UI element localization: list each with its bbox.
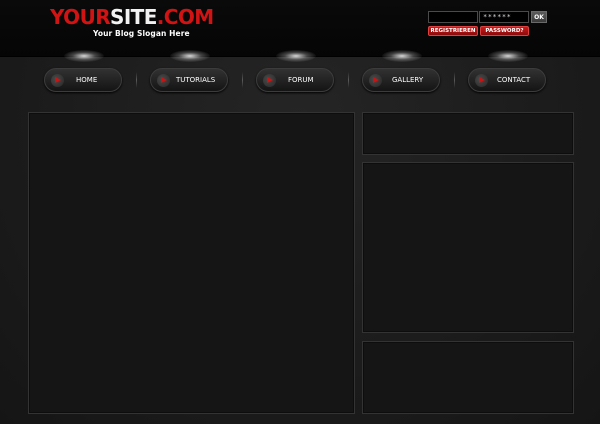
username-input[interactable] [428, 11, 478, 23]
nav-item-tutorials[interactable]: TUTORIALS [150, 68, 228, 92]
site-slogan: Your Blog Slogan Here [93, 29, 190, 38]
page: YOURSITE.COM Your Blog Slogan Here OK RE… [0, 0, 600, 424]
site-logo[interactable]: YOURSITE.COM [50, 6, 214, 28]
sidebar-panel-bottom [362, 341, 574, 414]
logo-text-site: SITE [110, 5, 157, 29]
nav-item-label: HOME [76, 76, 98, 84]
nav-item-label: GALLERY [392, 76, 424, 84]
play-arrow-icon [51, 74, 64, 87]
nav-item-home[interactable]: HOME [44, 68, 122, 92]
nav-item-label: CONTACT [497, 76, 531, 84]
play-arrow-icon [263, 74, 276, 87]
play-arrow-icon [157, 74, 170, 87]
logo-text-com: .COM [156, 5, 214, 29]
nav-separator [136, 72, 137, 88]
nav-item-forum[interactable]: FORUM [256, 68, 334, 92]
nav-light-glow [64, 50, 104, 62]
nav-separator [348, 72, 349, 88]
register-button[interactable]: REGISTRIEREN [428, 26, 478, 36]
nav-light-glow [276, 50, 316, 62]
nav-light-glow [488, 50, 528, 62]
forgot-password-button[interactable]: PASSWORD? [480, 26, 529, 36]
nav-light-glow [382, 50, 422, 62]
nav-separator [242, 72, 243, 88]
nav-separator [454, 72, 455, 88]
nav-item-label: TUTORIALS [176, 76, 216, 84]
nav-light-glow [170, 50, 210, 62]
sidebar-panel-middle [362, 162, 574, 333]
nav-item-label: FORUM [288, 76, 314, 84]
sidebar-panel-top [362, 112, 574, 155]
play-arrow-icon [369, 74, 382, 87]
header: YOURSITE.COM Your Blog Slogan Here OK RE… [0, 0, 600, 57]
password-input[interactable] [479, 11, 529, 23]
play-arrow-icon [475, 74, 488, 87]
main-content-panel [28, 112, 355, 414]
nav-item-gallery[interactable]: GALLERY [362, 68, 440, 92]
nav-item-contact[interactable]: CONTACT [468, 68, 546, 92]
logo-text-your: YOUR [50, 5, 111, 29]
login-ok-button[interactable]: OK [531, 11, 547, 23]
